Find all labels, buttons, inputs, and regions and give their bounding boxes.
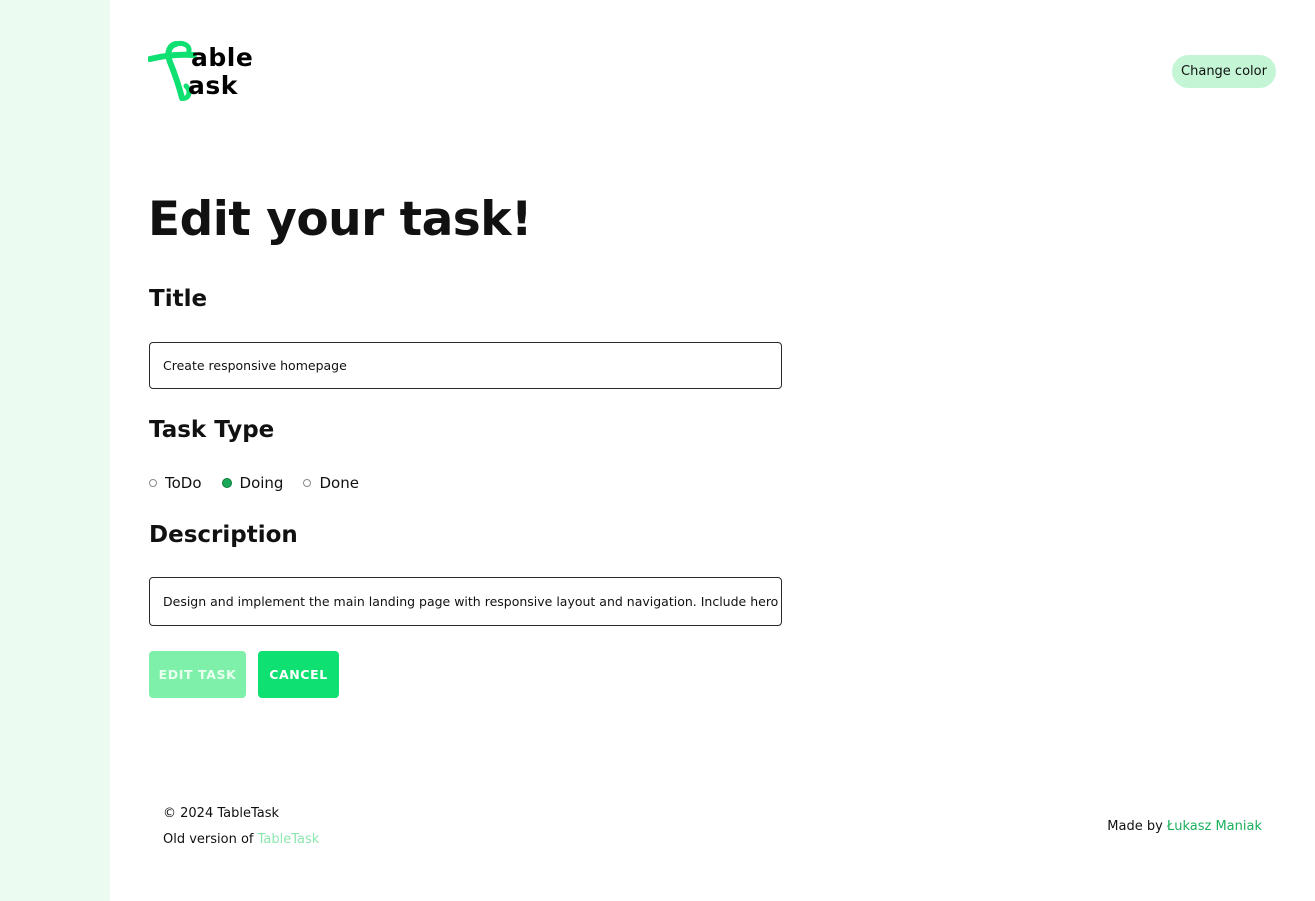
radio-doing-indicator[interactable] (221, 478, 232, 488)
cancel-button[interactable]: CANCEL (258, 651, 339, 698)
footer-right: Made by Łukasz Maniak (1107, 819, 1262, 834)
tabletask-logo[interactable]: able ask (148, 40, 258, 104)
footer-left: © 2024 TableTask Old version of TableTas… (163, 806, 319, 858)
description-label: Description (149, 522, 298, 548)
page-title: Edit your task! (148, 192, 532, 247)
old-version-line: Old version of TableTask (163, 832, 319, 858)
edit-task-button[interactable]: EDIT TASK (149, 651, 246, 698)
radio-todo[interactable]: ToDo (149, 474, 202, 492)
title-label: Title (149, 286, 208, 312)
old-version-prefix: Old version of (163, 832, 258, 847)
old-version-link[interactable]: TableTask (258, 832, 320, 847)
description-input[interactable]: Design and implement the main landing pa… (149, 577, 782, 626)
logo-text-line1: able (191, 43, 254, 72)
task-type-radio-group: ToDo Doing Done (149, 474, 379, 492)
radio-done-indicator[interactable] (303, 479, 312, 487)
radio-doing[interactable]: Doing (221, 474, 284, 492)
logo-text-line2: ask (188, 71, 238, 100)
task-type-label: Task Type (149, 417, 275, 443)
made-by-prefix: Made by (1107, 819, 1167, 834)
radio-todo-indicator[interactable] (149, 479, 157, 487)
change-color-button[interactable]: Change color (1172, 55, 1276, 88)
copyright-text: © 2024 TableTask (163, 806, 280, 821)
radio-todo-label: ToDo (165, 474, 202, 492)
title-input[interactable]: Create responsive homepage (149, 342, 782, 389)
radio-doing-label: Doing (239, 474, 284, 492)
author-link[interactable]: Łukasz Maniak (1167, 819, 1262, 834)
radio-done-label: Done (319, 474, 359, 492)
left-sidebar (0, 0, 110, 901)
radio-done[interactable]: Done (303, 474, 359, 492)
